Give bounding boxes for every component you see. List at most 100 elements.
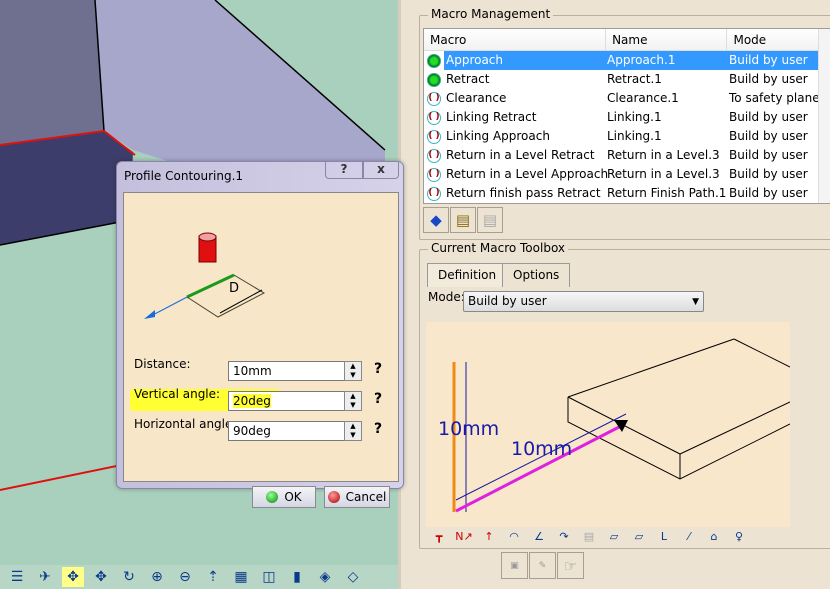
- spinner[interactable]: ▲ ▼: [344, 421, 362, 441]
- mode-label: Mode:: [428, 290, 465, 304]
- inactive-macro-icon: ( ): [427, 167, 441, 182]
- table-row[interactable]: Retract Retract.1 Build by user: [424, 70, 830, 89]
- pin-motion-icon[interactable]: ♀: [728, 526, 750, 546]
- table-row[interactable]: ( ) Linking Retract Linking.1 Build by u…: [424, 108, 830, 127]
- list-scrollbar[interactable]: [818, 29, 830, 203]
- tool-icon: ▣: [510, 560, 519, 571]
- paste-macro-button[interactable]: ▤: [450, 207, 476, 233]
- field-input[interactable]: 10mm: [228, 361, 358, 381]
- inactive-macro-icon: ( ): [427, 148, 441, 163]
- dialog-title: Profile Contouring.1: [124, 169, 244, 183]
- pan-icon[interactable]: ✥: [90, 567, 112, 587]
- hand-macro-button[interactable]: ☞: [557, 552, 584, 579]
- horizontal-distance-label: 10mm: [511, 438, 573, 460]
- table-row[interactable]: ( ) Return in a Level Approach Return in…: [424, 165, 830, 184]
- mode-cell: To safety plane: [729, 91, 820, 105]
- fit-all-icon[interactable]: ✥: [62, 567, 84, 587]
- inactive-macro-icon: ( ): [427, 129, 441, 144]
- field-input[interactable]: 20deg: [228, 391, 358, 411]
- group-title: Current Macro Toolbox: [428, 241, 569, 255]
- ok-button[interactable]: OK: [252, 486, 316, 508]
- macro-diagram: 10mm 10mm: [426, 322, 791, 527]
- zoom-out-icon[interactable]: ⊖: [174, 567, 196, 587]
- mode-cell: Build by user: [729, 129, 808, 143]
- text-motion-icon[interactable]: ▤: [578, 526, 600, 546]
- name-cell: Return in a Level.3: [607, 167, 720, 181]
- specification-tree-icon[interactable]: ☰: [6, 567, 28, 587]
- spinner[interactable]: ▲ ▼: [344, 361, 362, 381]
- tool-macro-button[interactable]: ▣: [501, 552, 528, 579]
- name-cell: Retract.1: [607, 72, 662, 86]
- active-macro-icon: [427, 72, 441, 87]
- tab-options[interactable]: Options: [502, 263, 571, 287]
- plane-motion-icon[interactable]: ▱: [603, 526, 625, 546]
- tool-view-icon[interactable]: ▮: [286, 567, 308, 587]
- name-cell: Clearance.1: [607, 91, 679, 105]
- inactive-macro-icon: ( ): [427, 110, 441, 125]
- isometric-view-icon[interactable]: ◫: [258, 567, 280, 587]
- macro-cell: Linking Approach: [446, 129, 550, 143]
- spinner[interactable]: ▲ ▼: [344, 391, 362, 411]
- table-row[interactable]: ( ) Clearance Clearance.1 To safety plan…: [424, 89, 830, 108]
- mode-cell: Build by user: [729, 148, 808, 162]
- multi-view-icon[interactable]: ▦: [230, 567, 252, 587]
- properties-button[interactable]: ▤: [477, 207, 503, 233]
- field-label: Vertical angle:: [134, 387, 221, 401]
- macro-list[interactable]: Macro Name Mode Approach Approach.1 Buil…: [423, 28, 830, 204]
- column-name[interactable]: Name: [606, 29, 728, 50]
- normal-view-icon[interactable]: ⇡: [202, 567, 224, 587]
- zoom-in-icon[interactable]: ⊕: [146, 567, 168, 587]
- macro-cell: Retract: [446, 72, 490, 86]
- axial-motion-icon[interactable]: ↑: [478, 526, 500, 546]
- table-row[interactable]: ( ) Return finish pass Retract Return Fi…: [424, 184, 830, 203]
- name-cell: Linking.1: [607, 110, 662, 124]
- ramping-motion-icon[interactable]: ∠: [528, 526, 550, 546]
- table-row[interactable]: ( ) Return in a Level Retract Return in …: [424, 146, 830, 165]
- edit-macro-button[interactable]: ◆: [423, 207, 449, 233]
- table-row[interactable]: ( ) Linking Approach Linking.1 Build by …: [424, 127, 830, 146]
- rotate-icon[interactable]: ↻: [118, 567, 140, 587]
- table-row[interactable]: Approach Approach.1 Build by user: [424, 51, 830, 70]
- line-motion-icon[interactable]: ⁄: [678, 526, 700, 546]
- normal-motion-icon[interactable]: N↗: [453, 526, 475, 546]
- macro-status-cell: ( ): [424, 110, 444, 125]
- name-cell: Return Finish Path.1: [607, 186, 727, 200]
- fly-mode-icon[interactable]: ✈: [34, 567, 56, 587]
- name-cell: Return in a Level.3: [607, 148, 720, 162]
- vertical-distance-label: 10mm: [438, 418, 500, 440]
- book-icon: ◆: [430, 211, 442, 229]
- field-input[interactable]: 90deg: [228, 421, 358, 441]
- field-label: Horizontal angle:: [134, 417, 237, 431]
- close-button[interactable]: x: [363, 162, 399, 179]
- help-button[interactable]: ?: [325, 162, 363, 179]
- helix-motion-icon[interactable]: ↷: [553, 526, 575, 546]
- macro-cell: Return finish pass Retract: [446, 186, 601, 200]
- column-mode[interactable]: Mode: [727, 29, 830, 50]
- name-cell: Approach.1: [607, 51, 729, 70]
- cancel-button[interactable]: Cancel: [324, 486, 390, 508]
- point-motion-icon[interactable]: L: [653, 526, 675, 546]
- column-macro[interactable]: Macro: [424, 29, 607, 50]
- tangent-motion-icon[interactable]: ┳: [428, 526, 450, 546]
- shading-icon[interactable]: ◈: [314, 567, 336, 587]
- tab-definition[interactable]: Definition: [427, 263, 508, 287]
- toolbox-actions: ▣ ✎ ☞: [501, 552, 584, 579]
- circular-motion-icon[interactable]: ◠: [503, 526, 525, 546]
- field-value: 90deg: [233, 424, 271, 438]
- cancel-icon: [327, 491, 340, 503]
- home-motion-icon[interactable]: ⌂: [703, 526, 725, 546]
- dialog-body: D Distance: 10mm ▲ ▼ ? Vertical angle: 20…: [123, 192, 399, 508]
- mode-select[interactable]: Build by user ▼: [463, 291, 704, 312]
- macro-cell: Return in a Level Approach: [446, 167, 609, 181]
- macro-status-cell: ( ): [424, 129, 444, 144]
- macro-status-cell: ( ): [424, 148, 444, 163]
- field-help-button[interactable]: ?: [374, 391, 382, 407]
- field-help-button[interactable]: ?: [374, 361, 382, 377]
- mode-value: Build by user: [468, 294, 547, 308]
- plane-up-motion-icon[interactable]: ▱: [628, 526, 650, 546]
- pencil-macro-button[interactable]: ✎: [529, 552, 556, 579]
- chevron-down-icon: ▼: [692, 297, 699, 307]
- ok-label: OK: [284, 490, 302, 504]
- hide-show-icon[interactable]: ◇: [342, 567, 364, 587]
- field-help-button[interactable]: ?: [374, 421, 382, 437]
